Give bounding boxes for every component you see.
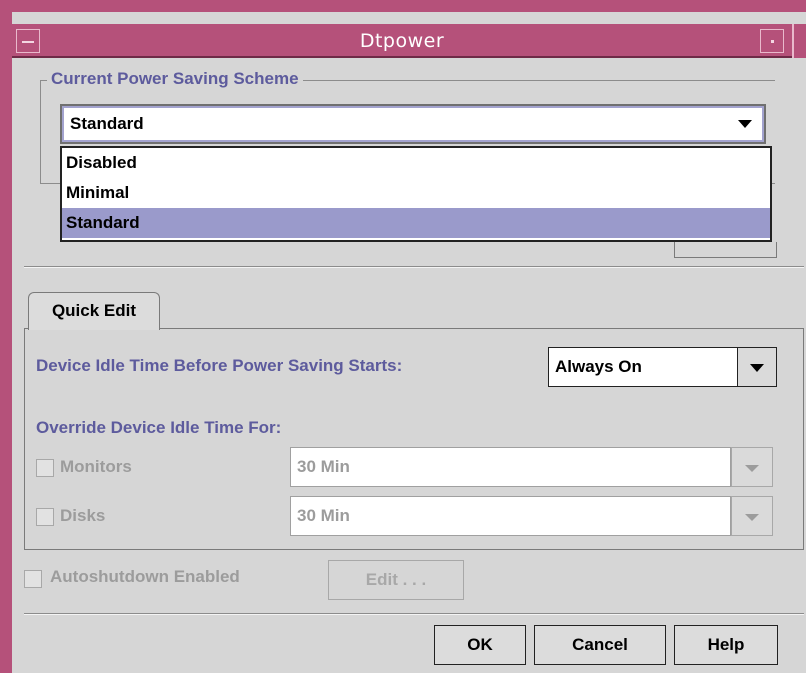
idle-time-label: Device Idle Time Before Power Saving Sta… [36, 356, 403, 375]
disks-checkbox[interactable] [36, 508, 54, 526]
triangle-down-icon [745, 465, 759, 472]
triangle-down-icon [738, 120, 752, 128]
scheme-dropdown-list[interactable]: Disabled Minimal Standard [60, 146, 772, 242]
separator [24, 613, 804, 615]
scheme-option-standard[interactable]: Standard [62, 208, 770, 238]
help-button[interactable]: Help [674, 625, 778, 665]
monitors-checkbox[interactable] [36, 459, 54, 477]
tab-quick-edit[interactable]: Quick Edit [28, 292, 160, 330]
disks-dropdown-button[interactable] [731, 496, 773, 536]
minimize-icon[interactable] [760, 29, 784, 53]
window-title: Dtpower [359, 30, 445, 52]
triangle-down-icon [745, 514, 759, 521]
cancel-button[interactable]: Cancel [534, 625, 666, 665]
autoshutdown-edit-button[interactable]: Edit . . . [328, 560, 464, 600]
triangle-down-icon [750, 364, 764, 372]
separator [24, 266, 804, 268]
monitors-idle-combobox[interactable]: 30 Min [290, 447, 731, 487]
idle-time-combobox[interactable]: Always On [548, 347, 737, 387]
obscured-button[interactable] [674, 242, 777, 258]
idle-time-value: Always On [555, 357, 642, 376]
scheme-group-legend: Current Power Saving Scheme [47, 68, 303, 90]
scheme-combobox[interactable]: Standard [60, 104, 766, 144]
scheme-combobox-value: Standard [70, 114, 144, 133]
ok-button[interactable]: OK [434, 625, 526, 665]
monitors-idle-value: 30 Min [297, 457, 350, 476]
disks-idle-combobox[interactable]: 30 Min [290, 496, 731, 536]
scheme-option-disabled[interactable]: Disabled [62, 148, 770, 178]
window-frame-top [0, 0, 806, 12]
autoshutdown-label: Autoshutdown Enabled [50, 567, 240, 586]
title-bar[interactable]: Dtpower [12, 24, 792, 58]
monitors-label: Monitors [60, 457, 132, 476]
scheme-option-minimal[interactable]: Minimal [62, 178, 770, 208]
disks-label: Disks [60, 506, 106, 525]
idle-time-dropdown-button[interactable] [737, 347, 777, 387]
disks-idle-value: 30 Min [297, 506, 350, 525]
override-label: Override Device Idle Time For: [36, 418, 282, 437]
maximize-icon[interactable] [792, 24, 806, 58]
monitors-dropdown-button[interactable] [731, 447, 773, 487]
autoshutdown-checkbox[interactable] [24, 570, 42, 588]
window-frame-left [0, 0, 12, 673]
